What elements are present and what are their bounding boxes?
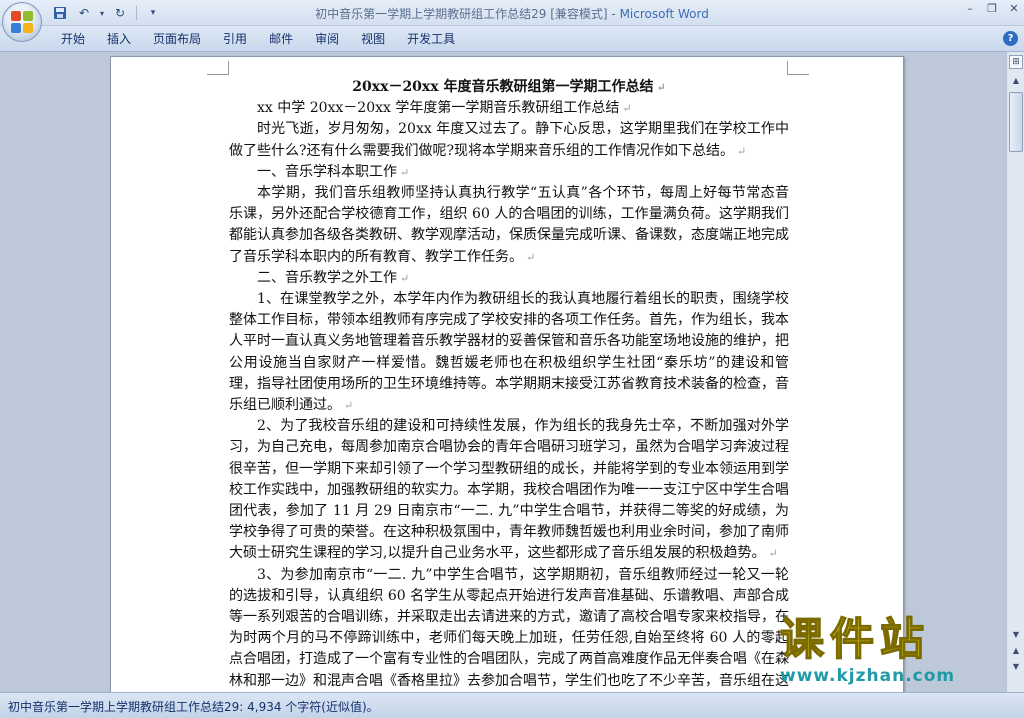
restore-icon[interactable]: ❐ [986, 2, 998, 15]
paragraph-text: 1、在课堂教学之外，本学年内作为教研组长的我认真地履行着组长的职责，围绕学校整体… [229, 291, 789, 414]
paragraph-text: 一、音乐学科本职工作 [257, 163, 397, 180]
document-heading-text: 20xx－20xx 年度音乐教研组第一学期工作总结 [352, 79, 654, 95]
paragraph-text: 2、为了我校音乐组的建设和可持续性发展，作为组长的我身先士卒，不断加强对外学习，… [229, 418, 789, 562]
tab-insert[interactable]: 插入 [96, 26, 142, 52]
paragraph-mark-icon: ↵ [400, 271, 410, 285]
window-controls: – ❐ ✕ [964, 2, 1020, 15]
help-icon[interactable]: ? [1003, 31, 1018, 46]
app-name: Microsoft Word [619, 7, 709, 21]
document-area: 20xx－20xx 年度音乐教研组第一学期工作总结 ↵ xx 中学 20xx－20… [0, 52, 1006, 692]
paragraph: 二、音乐教学之外工作 ↵ [229, 268, 789, 289]
title-bar: ↶ ▾ ↻ ▾ 初中音乐第一学期上学期教研组工作总结29 [兼容模式] - Mi… [0, 0, 1024, 26]
logo-square-4 [23, 23, 33, 33]
document-heading: 20xx－20xx 年度音乐教研组第一学期工作总结 ↵ [229, 77, 789, 98]
paragraph-text: 时光飞逝，岁月匆匆，20xx 年度又过去了。静下心反思，这学期里我们在学校工作中… [229, 121, 789, 159]
logo-square-1 [11, 11, 21, 21]
status-text: 初中音乐第一学期上学期教研组工作总结29: 4,934 个字符(近似值)。 [8, 700, 379, 714]
close-icon[interactable]: ✕ [1008, 2, 1020, 15]
scroll-up-icon[interactable]: ▲ [1009, 74, 1023, 88]
paragraph-mark-icon: ↵ [737, 144, 747, 158]
ribbon-tabs: 开始 插入 页面布局 引用 邮件 审阅 视图 开发工具 [50, 26, 466, 52]
paragraph: 3、为参加南京市“一二. 九”中学生合唱节，这学期期初，音乐组教师经过一轮又一轮… [229, 565, 789, 692]
paragraph: xx 中学 20xx－20xx 学年度第一学期音乐教研组工作总结 ↵ [229, 98, 789, 119]
paragraph-mark-icon: ↵ [622, 102, 632, 116]
paragraph: 时光飞逝，岁月匆匆，20xx 年度又过去了。静下心反思，这学期里我们在学校工作中… [229, 119, 789, 161]
watermark-url-text: www.kjzhan.com [780, 666, 956, 686]
office-logo-icon [11, 11, 33, 33]
tab-review[interactable]: 审阅 [304, 26, 350, 52]
paragraph-mark-icon: ↵ [656, 81, 666, 94]
paragraph-mark-icon: ↵ [526, 250, 536, 264]
tab-developer[interactable]: 开发工具 [396, 26, 466, 52]
document-title: 初中音乐第一学期上学期教研组工作总结29 [兼容模式] [315, 7, 608, 21]
paragraph-mark-icon: ↵ [400, 165, 410, 179]
tab-references[interactable]: 引用 [212, 26, 258, 52]
logo-square-2 [23, 11, 33, 21]
window-title: 初中音乐第一学期上学期教研组工作总结29 [兼容模式] - Microsoft … [0, 5, 1024, 22]
paragraph-mark-icon: ↵ [344, 399, 354, 413]
office-button[interactable] [2, 2, 42, 42]
watermark-logo: 课件站 www.kjzhan.com [779, 614, 1016, 692]
paragraph-text: 3、为参加南京市“一二. 九”中学生合唱节，这学期期初，音乐组教师经过一轮又一轮… [229, 566, 789, 689]
paragraph-text: xx 中学 20xx－20xx 学年度第一学期音乐教研组工作总结 [257, 100, 620, 117]
status-bar: 初中音乐第一学期上学期教研组工作总结29: 4,934 个字符(近似值)。 [0, 692, 1024, 718]
paragraph-mark-icon: ↵ [768, 547, 778, 561]
paragraph: 一、音乐学科本职工作 ↵ [229, 162, 789, 183]
crop-mark-top-right [787, 61, 809, 75]
minimize-icon[interactable]: – [964, 2, 976, 15]
paragraph: 2、为了我校音乐组的建设和可持续性发展，作为组长的我身先士卒，不断加强对外学习，… [229, 416, 789, 564]
scroll-thumb[interactable] [1009, 92, 1023, 152]
document-page[interactable]: 20xx－20xx 年度音乐教研组第一学期工作总结 ↵ xx 中学 20xx－20… [110, 56, 904, 692]
tab-mailings[interactable]: 邮件 [258, 26, 304, 52]
paragraph-text: 二、音乐教学之外工作 [257, 269, 397, 286]
paragraph-text: 本学期，我们音乐组教师坚持认真执行教学“五认真”各个环节，每周上好每节常态音乐课… [229, 185, 789, 265]
crop-mark-top-left [207, 61, 229, 75]
view-ruler-icon[interactable]: ⊞ [1009, 55, 1023, 69]
vertical-scrollbar[interactable]: ⊞ ▲ ▼ ▲ ▼ [1006, 52, 1024, 692]
logo-square-3 [11, 23, 21, 33]
tab-home[interactable]: 开始 [50, 26, 96, 52]
watermark-main-text: 课件站 [779, 614, 930, 665]
paragraph: 本学期，我们音乐组教师坚持认真执行教学“五认真”各个环节，每周上好每节常态音乐课… [229, 183, 789, 268]
tab-view[interactable]: 视图 [350, 26, 396, 52]
ribbon: 开始 插入 页面布局 引用 邮件 审阅 视图 开发工具 ? [0, 26, 1024, 52]
title-separator: - [607, 7, 620, 21]
document-body[interactable]: 20xx－20xx 年度音乐教研组第一学期工作总结 ↵ xx 中学 20xx－20… [229, 77, 789, 692]
tab-page-layout[interactable]: 页面布局 [142, 26, 212, 52]
paragraph: 1、在课堂教学之外，本学年内作为教研组长的我认真地履行着组长的职责，围绕学校整体… [229, 289, 789, 416]
